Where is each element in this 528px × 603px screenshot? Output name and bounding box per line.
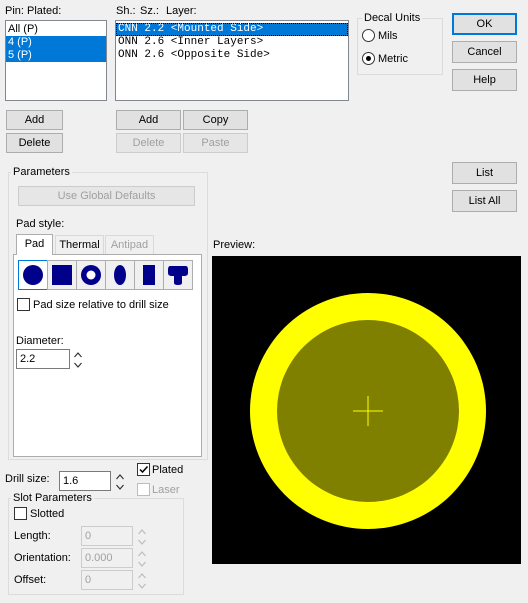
stack-delete-button[interactable]: Delete bbox=[116, 133, 181, 153]
square-pad-icon bbox=[52, 265, 72, 285]
custom-pad-icon bbox=[168, 266, 188, 285]
metric-radio[interactable] bbox=[362, 52, 375, 65]
checkmark-icon bbox=[139, 465, 149, 474]
list-all-button[interactable]: List All bbox=[452, 190, 517, 212]
tab-thermal[interactable]: Thermal bbox=[55, 235, 104, 254]
pin-delete-button[interactable]: Delete bbox=[6, 133, 63, 153]
stack-copy-button[interactable]: Copy bbox=[183, 110, 248, 130]
slotted-label[interactable]: Slotted bbox=[30, 508, 64, 521]
length-spinner[interactable] bbox=[137, 527, 147, 547]
drill-size-input[interactable]: 1.6 bbox=[59, 471, 111, 491]
stack-list-item[interactable]: ONN 2.6 <Opposite Side> bbox=[116, 49, 348, 62]
decal-units-title: Decal Units bbox=[362, 12, 423, 25]
pad-preview-canvas bbox=[212, 256, 521, 564]
pad-stack-list[interactable]: CNN 2.2 <Mounted Side> ONN 2.6 <Inner La… bbox=[115, 20, 349, 101]
stack-list-item[interactable]: CNN 2.2 <Mounted Side> bbox=[116, 23, 348, 36]
tab-antipad[interactable]: Antipad bbox=[105, 235, 154, 254]
pin-list[interactable]: All (P) 4 (P) 5 (P) bbox=[5, 20, 107, 101]
laser-checkbox[interactable] bbox=[137, 483, 150, 496]
diameter-label: Diameter: bbox=[16, 335, 64, 347]
length-input[interactable]: 0 bbox=[81, 526, 133, 546]
decal-units-group bbox=[357, 18, 443, 75]
pin-list-item[interactable]: All (P) bbox=[6, 23, 106, 36]
round-pad-icon bbox=[23, 265, 43, 285]
plated-checkbox[interactable] bbox=[137, 463, 150, 476]
stack-add-button[interactable]: Add bbox=[116, 110, 181, 130]
help-button[interactable]: Help bbox=[452, 69, 517, 91]
length-label: Length: bbox=[14, 530, 51, 542]
stack-paste-button[interactable]: Paste bbox=[183, 133, 248, 153]
oval-pad-icon bbox=[114, 265, 126, 285]
orientation-spinner[interactable] bbox=[137, 549, 147, 569]
annular-pad-button[interactable] bbox=[76, 260, 106, 290]
pin-list-item[interactable]: 5 (P) bbox=[6, 49, 106, 62]
spinner-arrows-icon bbox=[74, 352, 82, 368]
cancel-button[interactable]: Cancel bbox=[452, 41, 517, 63]
laser-label: Laser bbox=[152, 484, 180, 496]
layer-header: Layer: bbox=[166, 5, 197, 17]
drill-size-spinner[interactable] bbox=[115, 472, 125, 492]
orientation-label: Orientation: bbox=[14, 552, 71, 564]
pin-list-item[interactable]: 4 (P) bbox=[6, 36, 106, 49]
sz-header: Sz.: bbox=[140, 5, 159, 17]
ok-button[interactable]: OK bbox=[452, 13, 517, 35]
slotted-checkbox[interactable] bbox=[14, 507, 27, 520]
oval-pad-button[interactable] bbox=[105, 260, 135, 290]
list-button[interactable]: List bbox=[452, 162, 517, 184]
parameters-title: Parameters bbox=[11, 166, 72, 179]
mils-radio[interactable] bbox=[362, 29, 375, 42]
pin-header: Pin: bbox=[5, 5, 24, 17]
tab-pad[interactable]: Pad bbox=[16, 234, 53, 255]
metric-label[interactable]: Metric bbox=[378, 53, 408, 66]
square-pad-button[interactable] bbox=[47, 260, 77, 290]
annular-pad-icon bbox=[81, 265, 101, 285]
orientation-input[interactable]: 0.000 bbox=[81, 548, 133, 568]
spinner-arrows-icon bbox=[138, 573, 146, 589]
rectangle-pad-icon bbox=[143, 265, 155, 285]
rectangle-pad-button[interactable] bbox=[134, 260, 164, 290]
slot-parameters-title: Slot Parameters bbox=[11, 492, 94, 505]
pad-style-label: Pad style: bbox=[16, 218, 65, 230]
pad-preview bbox=[212, 256, 521, 564]
diameter-input[interactable]: 2.2 bbox=[16, 349, 70, 369]
drill-size-label: Drill size: bbox=[5, 473, 50, 485]
spinner-arrows-icon bbox=[138, 529, 146, 545]
offset-label: Offset: bbox=[14, 574, 47, 586]
pad-size-relative-checkbox[interactable] bbox=[17, 298, 30, 311]
preview-label: Preview: bbox=[213, 239, 256, 251]
spinner-arrows-icon bbox=[138, 551, 146, 567]
pin-add-button[interactable]: Add bbox=[6, 110, 63, 130]
round-pad-button[interactable] bbox=[18, 260, 48, 290]
sh-header: Sh.: bbox=[116, 5, 136, 17]
pad-size-relative-label[interactable]: Pad size relative to drill size bbox=[33, 299, 169, 312]
offset-input[interactable]: 0 bbox=[81, 570, 133, 590]
mils-label[interactable]: Mils bbox=[378, 30, 398, 43]
custom-pad-button[interactable] bbox=[163, 260, 193, 290]
diameter-spinner[interactable] bbox=[73, 350, 83, 370]
stack-list-item[interactable]: ONN 2.6 <Inner Layers> bbox=[116, 36, 348, 49]
spinner-arrows-icon bbox=[116, 474, 124, 490]
plated-label[interactable]: Plated bbox=[152, 464, 183, 477]
use-global-defaults-button[interactable]: Use Global Defaults bbox=[18, 186, 195, 206]
offset-spinner[interactable] bbox=[137, 571, 147, 591]
plated-header: Plated: bbox=[27, 5, 62, 17]
